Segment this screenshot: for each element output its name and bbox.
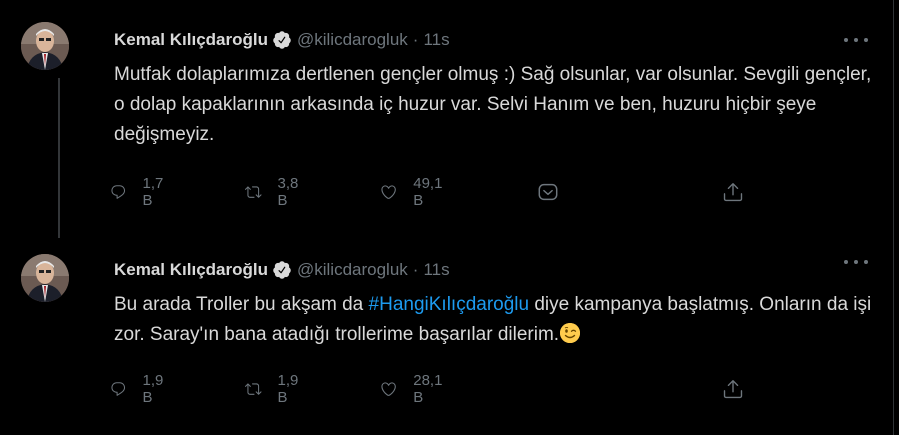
- share-icon: [723, 183, 743, 202]
- more-options-icon[interactable]: [844, 253, 868, 271]
- tweet-header: Kemal Kılıçdaroğlu @kilicdarogluk · 11s: [114, 28, 450, 52]
- reply-icon: [111, 382, 126, 396]
- avatar-photo: [21, 22, 69, 70]
- reply-count: 1,7 B: [142, 175, 164, 209]
- retweet-icon: [245, 383, 262, 395]
- tweet-timestamp[interactable]: 11s: [423, 30, 449, 50]
- revue-icon: [538, 183, 558, 201]
- reply-button[interactable]: 1,7 B: [110, 175, 169, 209]
- retweet-count: 3,8 B: [277, 175, 299, 209]
- like-button[interactable]: 28,1 B: [380, 372, 447, 406]
- author-name[interactable]: Kemal Kılıçdaroğlu: [114, 30, 268, 50]
- tweet[interactable]: Kemal Kılıçdaroğlu @kilicdarogluk · 11s …: [0, 0, 893, 238]
- thread-connector: [58, 78, 60, 238]
- like-button[interactable]: 49,1 B: [380, 175, 447, 209]
- heart-icon: [381, 185, 396, 199]
- heart-icon: [381, 382, 396, 396]
- verified-badge-icon: [272, 30, 292, 50]
- author-name[interactable]: Kemal Kılıçdaroğlu: [114, 260, 268, 280]
- retweet-button[interactable]: 1,9 B: [245, 372, 304, 406]
- timeline: Kemal Kılıçdaroğlu @kilicdarogluk · 11s …: [0, 0, 893, 435]
- tweet-timestamp[interactable]: 11s: [423, 260, 449, 280]
- revue-button[interactable]: [537, 180, 559, 204]
- retweet-button[interactable]: 3,8 B: [245, 175, 304, 209]
- avatar[interactable]: [21, 22, 69, 70]
- separator: ·: [412, 30, 419, 49]
- winking-face-emoji-icon: [560, 323, 581, 343]
- avatar[interactable]: [21, 254, 69, 302]
- verified-badge-icon: [272, 260, 292, 280]
- more-options-icon[interactable]: [844, 31, 868, 49]
- share-icon: [723, 380, 743, 399]
- retweet-count: 1,9 B: [277, 372, 299, 406]
- retweet-icon: [245, 186, 262, 198]
- separator: ·: [412, 260, 419, 279]
- hashtag-link[interactable]: #HangiKılıçdaroğlu: [369, 294, 530, 315]
- like-count: 49,1 B: [413, 175, 443, 209]
- reply-count: 1,9 B: [142, 372, 164, 406]
- column-divider: [893, 0, 894, 435]
- tweet-text: Bu arada Troller bu akşam da #HangiKılıç…: [114, 290, 874, 350]
- tweet-header: Kemal Kılıçdaroğlu @kilicdarogluk · 11s: [114, 258, 450, 282]
- tweet-text-part: Bu arada Troller bu akşam da: [114, 294, 369, 315]
- tweet[interactable]: Kemal Kılıçdaroğlu @kilicdarogluk · 11s …: [0, 240, 893, 435]
- reply-icon: [111, 185, 126, 199]
- share-button[interactable]: [722, 377, 744, 401]
- like-count: 28,1 B: [413, 372, 443, 406]
- tweet-text: Mutfak dolaplarımıza dertlenen gençler o…: [114, 64, 872, 145]
- author-handle[interactable]: @kilicdarogluk: [297, 260, 408, 280]
- reply-button[interactable]: 1,9 B: [110, 372, 169, 406]
- avatar-photo: [21, 254, 69, 302]
- author-handle[interactable]: @kilicdarogluk: [297, 30, 408, 50]
- share-button[interactable]: [722, 180, 744, 204]
